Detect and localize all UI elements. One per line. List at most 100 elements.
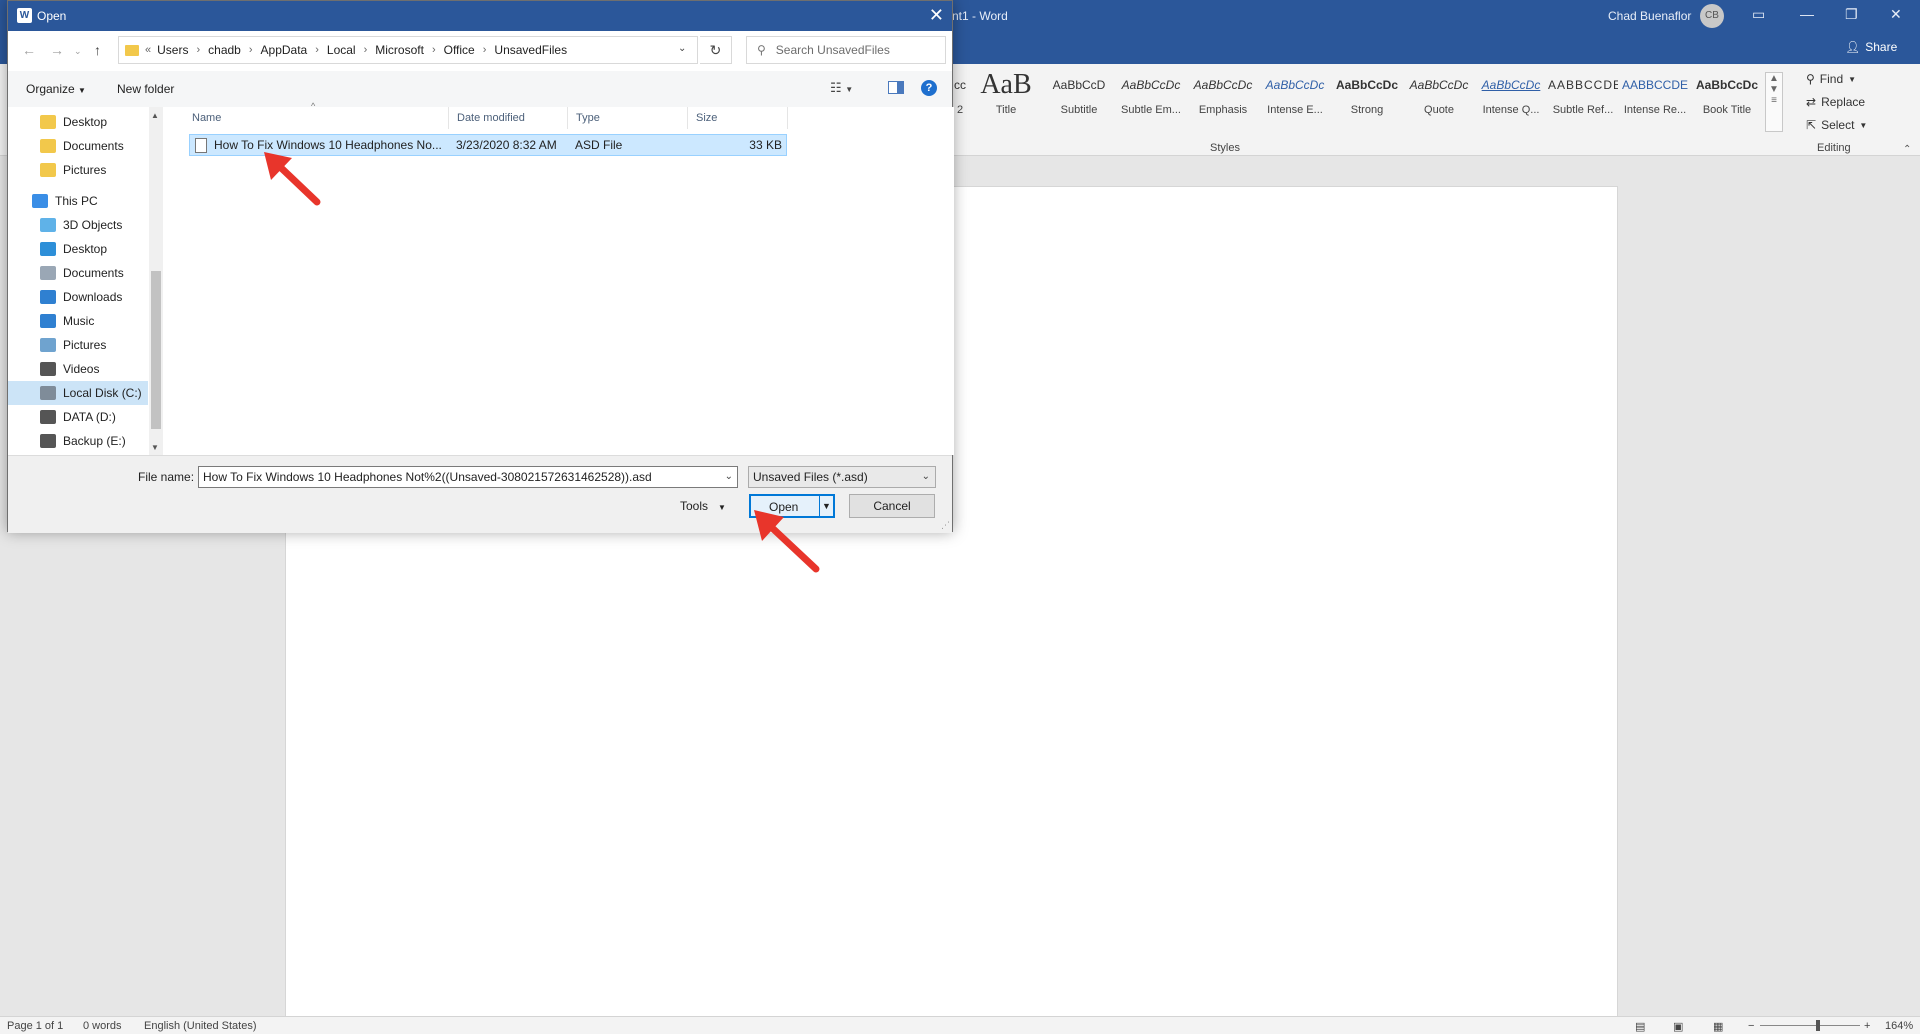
filename-input[interactable] (199, 467, 709, 487)
nav-item[interactable]: Pictures (8, 158, 148, 182)
column-header-date[interactable]: Date modified (449, 107, 568, 129)
breadcrumb-separator-icon[interactable]: › (432, 44, 436, 56)
forward-arrow-icon[interactable]: → (50, 42, 64, 58)
nav-item[interactable]: Pictures (8, 333, 148, 357)
dialog-close-button[interactable]: ✕ (929, 5, 944, 26)
breadcrumb-separator-icon[interactable]: › (249, 44, 253, 56)
find-label: Find (1819, 72, 1844, 86)
nav-item[interactable]: DATA (D:) (8, 405, 148, 429)
read-mode-icon[interactable]: ▤ (1635, 1020, 1645, 1033)
nav-item[interactable]: Desktop (8, 237, 148, 261)
scrollbar-thumb[interactable] (151, 271, 161, 429)
breadcrumb-item[interactable]: AppData (261, 43, 308, 57)
style-item[interactable]: AaBbCcDc Emphasis (1188, 70, 1258, 132)
breadcrumb-item[interactable]: UnsavedFiles (494, 43, 567, 57)
breadcrumb-item[interactable]: Local (327, 43, 356, 57)
nav-item[interactable]: Backup (E:) (8, 429, 148, 453)
breadcrumb-item[interactable]: Microsoft (375, 43, 424, 57)
zoom-slider[interactable] (1760, 1025, 1860, 1026)
styles-gallery-scroller[interactable]: ▲ ▼ ≡ (1765, 72, 1783, 132)
address-dropdown-icon[interactable]: ⌄ (678, 43, 686, 54)
organize-button[interactable]: Organize ▼ (26, 82, 86, 96)
style-item[interactable]: AaBbCcDc Book Title (1692, 70, 1762, 132)
column-header-name[interactable]: Name (184, 107, 449, 129)
filename-combobox[interactable]: ⌄ (198, 466, 738, 488)
breadcrumb[interactable]: « Users › chadb › AppData › Local › Microsoft › Of… (118, 36, 698, 64)
style-preview: AaB (980, 70, 1032, 100)
help-icon[interactable]: ? (921, 80, 937, 96)
navigation-scrollbar[interactable]: ▲ ▼ (149, 107, 163, 455)
change-view-button[interactable]: ☷ ▼ (830, 80, 853, 96)
column-header-type[interactable]: Type (568, 107, 688, 129)
breadcrumb-item[interactable]: Office (444, 43, 475, 57)
tools-label: Tools (680, 499, 709, 513)
nav-item-label: Downloads (63, 290, 123, 304)
select-button[interactable]: ⇱ Select ▼ (1806, 118, 1867, 132)
style-item[interactable]: AaBbCcD Subtitle (1044, 70, 1114, 132)
collapse-ribbon-icon[interactable]: ⌃ (1903, 144, 1911, 155)
style-item[interactable]: AaBbCcDc Strong (1332, 70, 1402, 132)
nav-item[interactable]: This PC (8, 189, 148, 213)
scroll-up-icon[interactable]: ▲ (151, 111, 159, 120)
replace-button[interactable]: ⇄ Replace (1806, 95, 1865, 109)
zoom-slider-thumb[interactable] (1816, 1020, 1820, 1031)
scroll-down-icon[interactable]: ▼ (151, 443, 159, 452)
breadcrumb-separator-icon[interactable]: › (364, 44, 368, 56)
style-item[interactable]: AABBCCDE Subtle Ref... (1548, 70, 1618, 132)
breadcrumb-overflow[interactable]: « (145, 44, 151, 56)
search-box[interactable]: ⚲ (746, 36, 946, 64)
new-folder-button[interactable]: New folder (117, 82, 174, 96)
ribbon-display-options-icon[interactable]: ▭ (1752, 6, 1765, 23)
filetype-select[interactable]: Unsaved Files (*.asd) ⌄ (748, 466, 936, 488)
web-layout-icon[interactable]: ▦ (1713, 1020, 1723, 1033)
column-header-size[interactable]: Size (688, 107, 788, 129)
zoom-out-icon[interactable]: − (1748, 1020, 1754, 1032)
find-button[interactable]: ⚲ Find ▼ (1806, 72, 1856, 86)
cancel-button[interactable]: Cancel (849, 494, 935, 518)
avatar[interactable]: CB (1700, 4, 1724, 28)
up-arrow-icon[interactable]: ↑ (94, 42, 101, 58)
language-status[interactable]: English (United States) (144, 1020, 257, 1032)
nav-item[interactable]: Local Disk (C:) (8, 381, 148, 405)
breadcrumb-item[interactable]: Users (157, 43, 188, 57)
restore-icon[interactable]: ❐ (1845, 6, 1858, 23)
nav-item-label: Local Disk (C:) (63, 386, 142, 400)
share-button[interactable]: 👤︎ Share (1845, 40, 1897, 54)
nav-item[interactable]: Videos (8, 357, 148, 381)
nav-item[interactable]: Documents (8, 134, 148, 158)
breadcrumb-separator-icon[interactable]: › (483, 44, 487, 56)
back-arrow-icon[interactable]: ← (22, 42, 36, 58)
search-input[interactable] (775, 43, 926, 57)
style-item[interactable]: AaBbCcDc Quote (1404, 70, 1474, 132)
tools-button[interactable]: Tools ▼ (680, 499, 726, 513)
nav-item[interactable]: Downloads (8, 285, 148, 309)
style-item[interactable]: AaBbCcDc Subtle Em... (1116, 70, 1186, 132)
nav-item[interactable]: Documents (8, 261, 148, 285)
chevron-down-icon[interactable]: ⌄ (725, 471, 733, 482)
nav-item[interactable]: Desktop (8, 110, 148, 134)
preview-pane-icon[interactable] (888, 81, 904, 94)
print-layout-icon[interactable]: ▣ (1673, 1020, 1683, 1033)
style-item[interactable]: AaBbCcDc Intense Q... (1476, 70, 1546, 132)
refresh-button[interactable]: ↻ (700, 36, 732, 64)
minimize-icon[interactable]: — (1800, 6, 1814, 22)
page-count[interactable]: Page 1 of 1 (7, 1020, 63, 1032)
window-close-icon[interactable]: ✕ (1890, 6, 1902, 23)
recent-locations-icon[interactable]: ⌄ (74, 46, 82, 57)
word-count[interactable]: 0 words (83, 1020, 122, 1032)
zoom-in-icon[interactable]: + (1864, 1020, 1870, 1032)
breadcrumb-separator-icon[interactable]: › (315, 44, 319, 56)
zoom-level[interactable]: 164% (1885, 1020, 1913, 1032)
nav-item-label: Desktop (63, 115, 108, 129)
style-item[interactable]: AaBbCcDc Intense E... (1260, 70, 1330, 132)
nav-item[interactable]: 3D Objects (8, 213, 148, 237)
word-user-name[interactable]: Chad Buenaflor (1608, 9, 1691, 23)
resize-grip-icon[interactable]: ⋰ (941, 520, 950, 531)
breadcrumb-item[interactable]: chadb (208, 43, 241, 57)
style-item[interactable]: AABBCCDE Intense Re... (1620, 70, 1690, 132)
nav-item[interactable]: Music (8, 309, 148, 333)
chevron-down-icon: ▼ (718, 503, 726, 512)
style-item[interactable]: AaB Title (971, 70, 1041, 132)
breadcrumb-separator-icon[interactable]: › (196, 44, 200, 56)
dialog-titlebar[interactable]: W Open ✕ (8, 1, 952, 31)
